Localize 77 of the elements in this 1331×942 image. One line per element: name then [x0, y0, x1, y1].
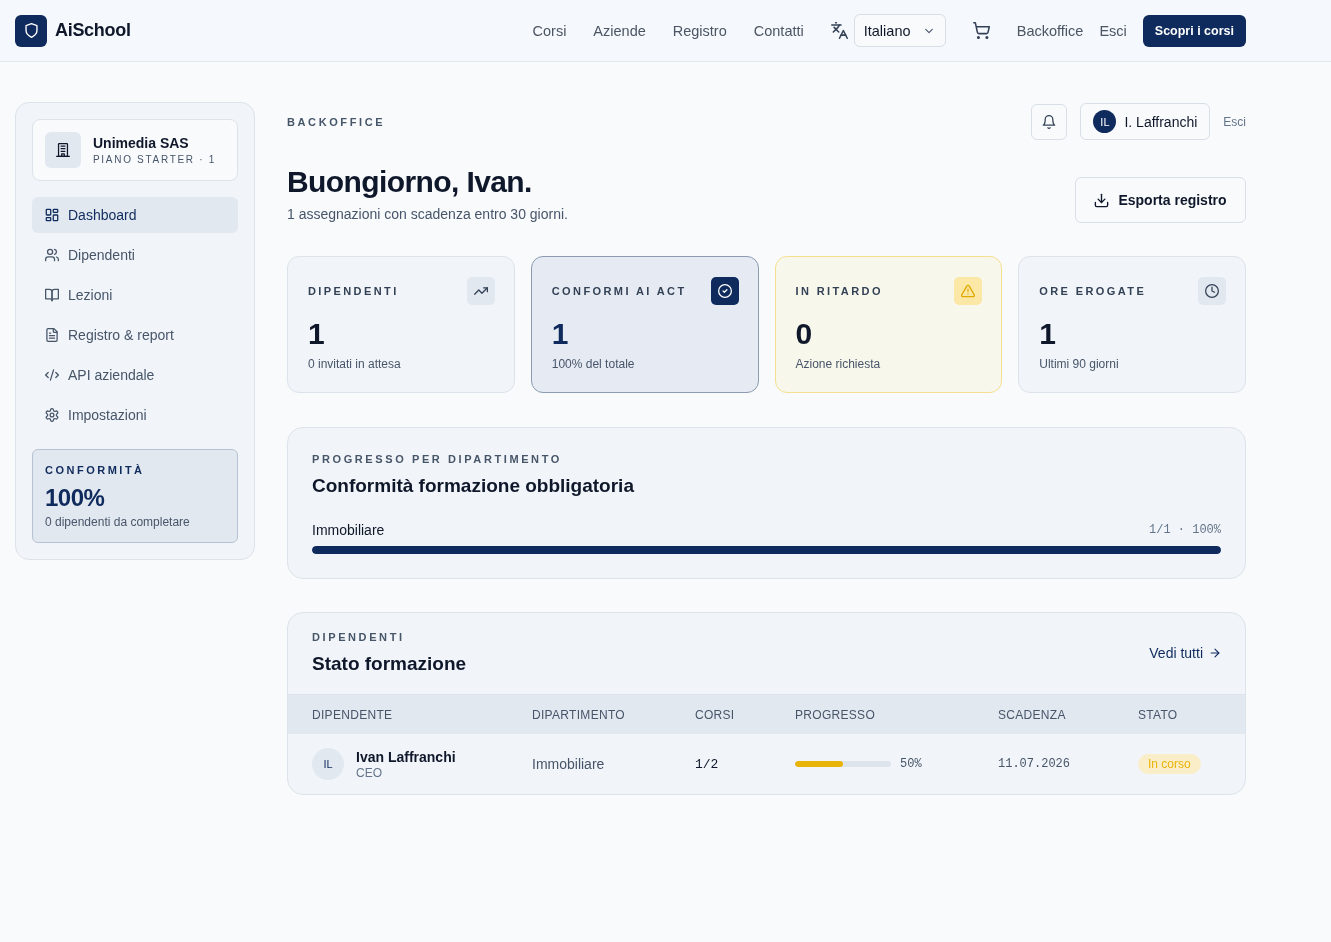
sidebar-item[interactable]: Dipendenti [32, 237, 238, 273]
column-header: DIPARTIMENTO [532, 707, 626, 722]
employee-avatar: IL [312, 748, 344, 780]
settings-icon [45, 408, 59, 422]
department-reading: 1/1 · 100% [1149, 523, 1221, 537]
code-icon [45, 368, 59, 382]
trend-up-icon [466, 277, 495, 305]
building-icon [45, 132, 81, 168]
compliance-note: 0 dipendenti da completare [45, 514, 191, 530]
stat-label: DIPENDENTI [308, 285, 399, 297]
nav-link[interactable]: Registro [672, 22, 727, 39]
employee-name: Ivan Laffranchi [356, 748, 456, 765]
clock-icon [1198, 277, 1226, 305]
export-button[interactable]: Esporta registro [1075, 177, 1246, 223]
book-icon [45, 288, 59, 302]
document-icon [45, 328, 59, 342]
users-icon [45, 248, 59, 262]
sidebar-item[interactable]: Impostazioni [32, 397, 238, 433]
notifications-button[interactable] [1031, 103, 1068, 140]
stat-note: 100% del totale [551, 356, 636, 372]
column-header: DIPENDENTE [312, 707, 394, 722]
employee-role: CEO [356, 765, 383, 780]
sidebar-item[interactable]: Lezioni [32, 277, 238, 313]
plan-label: PIANO STARTER · 1 [93, 154, 216, 165]
greeting-subtitle: 1 assegnazioni con scadenza entro 30 giorni. [287, 205, 568, 224]
discover-courses-button[interactable]: Scopri i corsi [1142, 14, 1246, 47]
section-eyebrow: DIPENDENTI [312, 630, 406, 644]
shield-icon [15, 14, 47, 47]
cart-icon[interactable] [972, 22, 990, 39]
progress-percent: 50% [900, 757, 922, 771]
section-title: Conformità formazione obbligatoria [312, 474, 635, 498]
language-select[interactable]: Italiano [853, 14, 946, 47]
nav-link[interactable]: Backoffice [1016, 22, 1084, 39]
stat-note: Azione richiesta [795, 356, 882, 372]
translate-icon [830, 22, 848, 39]
stat-label: CONFORMI AI ACT [551, 285, 687, 297]
user-menu-button[interactable]: IL I. Laffranchi [1080, 103, 1211, 140]
stat-note: Ultimi 90 giorni [1039, 356, 1120, 372]
page-eyebrow: BACKOFFICE [287, 114, 386, 129]
column-header: CORSI [695, 707, 736, 722]
sidebar-item[interactable]: API aziendale [32, 357, 238, 393]
dashboard-icon [45, 208, 59, 222]
department-name: Immobiliare [532, 756, 606, 772]
column-header: SCADENZA [998, 707, 1067, 722]
download-icon [1094, 192, 1110, 208]
nav-link[interactable]: Corsi [532, 22, 567, 39]
stat-label: IN RITARDO [795, 285, 883, 297]
stat-value: 1 [308, 316, 326, 352]
arrow-right-icon [1209, 647, 1221, 659]
sidebar-item[interactable]: Dashboard [32, 197, 238, 233]
compliance-label: CONFORMITÀ [45, 463, 146, 477]
logout-link[interactable]: Esci [1223, 114, 1246, 129]
status-badge: In corso [1138, 754, 1201, 774]
stat-note: 0 invitati in attesa [308, 356, 402, 372]
warning-icon [954, 277, 983, 305]
view-all-link[interactable]: Vedi tutti [1149, 645, 1221, 661]
brand-name[interactable]: AiSchool [55, 20, 131, 41]
column-header: STATO [1138, 707, 1179, 722]
stat-value: 1 [1039, 316, 1057, 352]
nav-link[interactable]: Aziende [593, 22, 646, 39]
greeting-title: Buongiorno, Ivan. [287, 164, 533, 200]
nav-link[interactable]: Contatti [753, 22, 804, 39]
stat-label: ORE EROGATE [1039, 285, 1147, 297]
nav-link[interactable]: Esci [1099, 22, 1127, 39]
department-name: Immobiliare [312, 522, 385, 538]
column-header: PROGRESSO [795, 707, 877, 722]
section-title: Stato formazione [312, 652, 467, 676]
organization-name: Unimedia SAS [93, 135, 190, 151]
stat-value: 0 [795, 316, 814, 352]
section-eyebrow: PROGRESSO PER DIPARTIMENTO [312, 452, 563, 466]
sidebar-item[interactable]: Registro & report [32, 317, 238, 353]
compliance-value: 100% [45, 483, 106, 513]
due-date: 11.07.2026 [998, 757, 1071, 771]
course-count: 1/2 [695, 756, 720, 772]
stat-value: 1 [551, 316, 570, 352]
bell-icon [1042, 114, 1057, 129]
user-avatar: IL [1093, 110, 1117, 133]
